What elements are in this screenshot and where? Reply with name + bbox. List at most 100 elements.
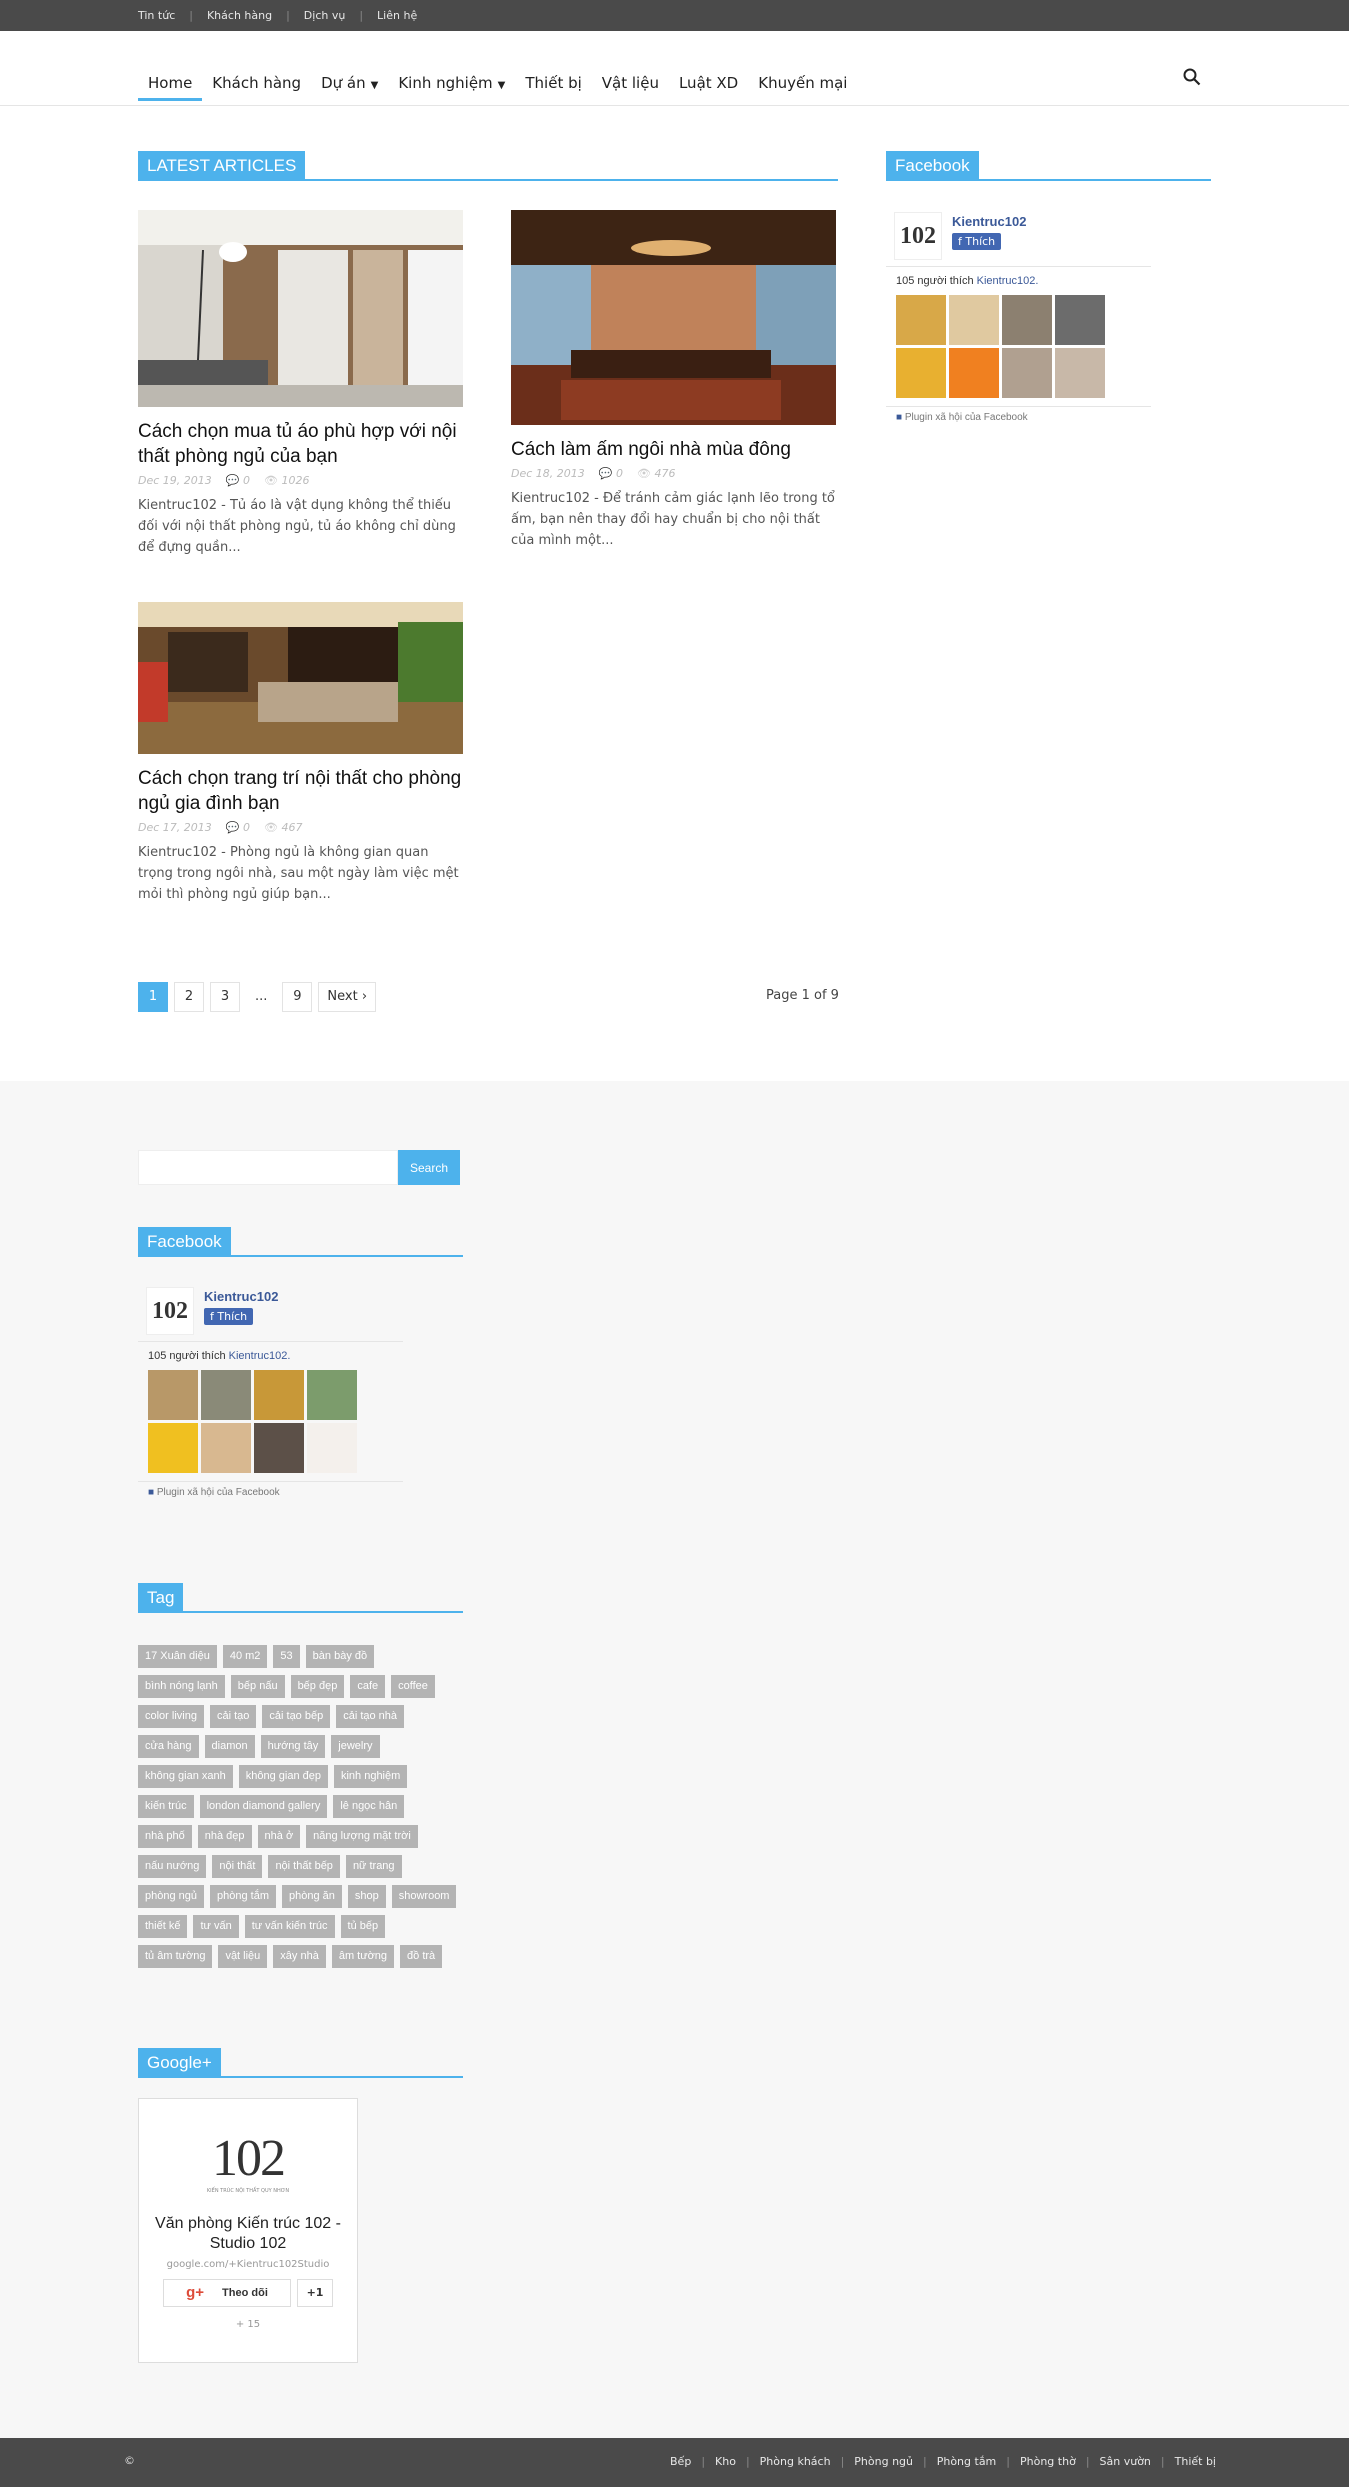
footer-link[interactable]: Phòng khách	[760, 2455, 831, 2468]
top-link-clients[interactable]: Khách hàng	[207, 9, 272, 22]
tag-item[interactable]: phòng ăn	[281, 1885, 342, 1908]
avatar[interactable]	[201, 1370, 251, 1420]
tag-item[interactable]: bình nóng lạnh	[138, 1675, 225, 1698]
facebook-like-button[interactable]: f Thích	[204, 1308, 254, 1325]
avatar[interactable]	[1055, 348, 1105, 398]
nav-item-clients[interactable]: Khách hàng	[202, 66, 311, 101]
page-logo[interactable]: 102	[146, 1287, 194, 1335]
tag-item[interactable]: cửa hàng	[138, 1735, 199, 1758]
gplus-one-button[interactable]: +1	[297, 2279, 333, 2307]
search-icon[interactable]	[1183, 68, 1201, 86]
page-2[interactable]: 2	[174, 982, 204, 1012]
gplus-follow-button[interactable]: g+ Theo dõi	[163, 2279, 291, 2307]
page-link[interactable]: Kientruc102.	[977, 275, 1039, 287]
footer-link[interactable]: Phòng thờ	[1020, 2455, 1076, 2468]
tag-item[interactable]: cải tạo	[209, 1705, 257, 1728]
tag-item[interactable]: thiết kế	[138, 1915, 188, 1938]
tag-item[interactable]: đồ trà	[400, 1945, 443, 1968]
tag-item[interactable]: showroom	[391, 1885, 457, 1908]
nav-item-experience[interactable]: Kinh nghiệm ▼	[388, 66, 515, 101]
tag-item[interactable]: xây nhà	[273, 1945, 326, 1968]
top-link-news[interactable]: Tin tức	[138, 9, 175, 22]
top-link-services[interactable]: Dịch vụ	[304, 9, 346, 22]
page-1[interactable]: 1	[138, 982, 168, 1012]
page-link[interactable]: Kientruc102.	[229, 1350, 291, 1362]
search-input[interactable]	[138, 1150, 398, 1185]
tag-item[interactable]: shop	[347, 1885, 386, 1908]
facebook-page-name[interactable]: Kientruc102	[204, 1289, 278, 1304]
nav-item-law[interactable]: Luật XD	[669, 66, 748, 101]
tag-item[interactable]: nội thất bếp	[268, 1855, 340, 1878]
top-link-contact[interactable]: Liên hệ	[377, 9, 417, 22]
avatar[interactable]	[148, 1423, 198, 1473]
avatar[interactable]	[307, 1423, 357, 1473]
nav-item-home[interactable]: Home	[138, 66, 203, 101]
avatar[interactable]	[201, 1423, 251, 1473]
avatar[interactable]	[1002, 295, 1052, 345]
tag-item[interactable]: nữ trang	[345, 1855, 402, 1878]
tag-item[interactable]: 53	[273, 1645, 300, 1668]
tag-item[interactable]: nhà phố	[138, 1825, 192, 1848]
article-thumbnail[interactable]	[511, 210, 836, 425]
avatar[interactable]	[949, 348, 999, 398]
article-thumbnail[interactable]	[138, 210, 463, 407]
footer-link[interactable]: Phòng ngủ	[854, 2455, 913, 2468]
footer-link[interactable]: Phòng tắm	[937, 2455, 997, 2468]
nav-item-promotions[interactable]: Khuyến mại	[748, 66, 857, 101]
tag-item[interactable]: tủ bếp	[340, 1915, 386, 1938]
tag-item[interactable]: phòng ngủ	[138, 1885, 204, 1908]
tag-item[interactable]: không gian đẹp	[238, 1765, 328, 1788]
avatar[interactable]	[148, 1370, 198, 1420]
tag-item[interactable]: jewelry	[331, 1735, 380, 1758]
page-logo[interactable]: 102	[894, 212, 942, 260]
tag-item[interactable]: kinh nghiệm	[333, 1765, 408, 1788]
footer-link[interactable]: Sân vườn	[1100, 2455, 1151, 2468]
footer-link[interactable]: Bếp	[670, 2455, 691, 2468]
avatar[interactable]	[1055, 295, 1105, 345]
avatar[interactable]	[896, 348, 946, 398]
tag-item[interactable]: bàn bày đồ	[305, 1645, 375, 1668]
avatar[interactable]	[307, 1370, 357, 1420]
avatar[interactable]	[949, 295, 999, 345]
tag-item[interactable]: color living	[138, 1705, 204, 1728]
article-title[interactable]: Cách chọn mua tủ áo phù hợp với nội thất…	[138, 419, 463, 469]
avatar[interactable]	[1002, 348, 1052, 398]
avatar[interactable]	[896, 295, 946, 345]
tag-item[interactable]: âm tường	[331, 1945, 395, 1968]
tag-item[interactable]: diamon	[204, 1735, 255, 1758]
footer-link[interactable]: Thiết bị	[1175, 2455, 1216, 2468]
next-page-button[interactable]: Next ›	[318, 982, 377, 1012]
tag-item[interactable]: london diamond gallery	[199, 1795, 328, 1818]
search-button[interactable]: Search	[398, 1150, 460, 1185]
footer-link[interactable]: Kho	[715, 2455, 736, 2468]
tag-item[interactable]: lê ngọc hân	[333, 1795, 405, 1818]
facebook-like-button[interactable]: f Thích	[952, 233, 1002, 250]
tag-item[interactable]: tư vấn	[193, 1915, 239, 1938]
gplus-url[interactable]: google.com/+Kientruc102Studio	[139, 2259, 357, 2270]
tag-item[interactable]: năng lượng mặt trời	[306, 1825, 418, 1848]
tag-item[interactable]: tủ âm tường	[138, 1945, 213, 1968]
avatar[interactable]	[254, 1370, 304, 1420]
gplus-page-name[interactable]: Văn phòng Kiến trúc 102 - Studio 102	[139, 2214, 357, 2254]
tag-item[interactable]: nhà đẹp	[197, 1825, 252, 1848]
tag-item[interactable]: nấu nướng	[138, 1855, 207, 1878]
gplus-logo[interactable]: 102	[139, 2129, 357, 2188]
tag-item[interactable]: 40 m2	[222, 1645, 268, 1668]
tag-item[interactable]: cafe	[350, 1675, 386, 1698]
tag-item[interactable]: hướng tây	[260, 1735, 326, 1758]
article-title[interactable]: Cách chọn trang trí nội thất cho phòng n…	[138, 766, 463, 816]
tag-item[interactable]: cải tạo nhà	[336, 1705, 405, 1728]
tag-item[interactable]: tư vấn kiến trúc	[244, 1915, 335, 1938]
tag-item[interactable]: không gian xanh	[138, 1765, 233, 1788]
article-thumbnail[interactable]	[138, 602, 463, 754]
page-9[interactable]: 9	[282, 982, 313, 1012]
facebook-page-name[interactable]: Kientruc102	[952, 214, 1026, 229]
tag-item[interactable]: bếp đẹp	[290, 1675, 345, 1698]
tag-item[interactable]: phòng tắm	[210, 1885, 276, 1908]
avatar[interactable]	[254, 1423, 304, 1473]
nav-item-materials[interactable]: Vật liệu	[592, 66, 669, 101]
tag-item[interactable]: cải tạo bếp	[262, 1705, 331, 1728]
tag-item[interactable]: vật liệu	[218, 1945, 268, 1968]
tag-item[interactable]: coffee	[391, 1675, 435, 1698]
tag-item[interactable]: nội thất	[212, 1855, 263, 1878]
